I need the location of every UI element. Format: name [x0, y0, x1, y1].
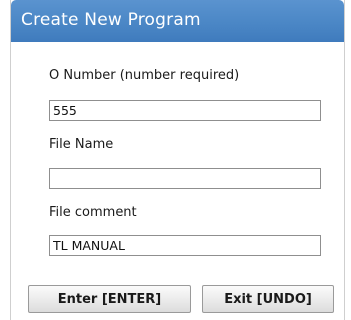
file-comment-input[interactable]	[49, 235, 321, 256]
onumber-input[interactable]	[49, 100, 321, 121]
dialog-title-bar: Create New Program	[11, 0, 344, 42]
dialog-title: Create New Program	[21, 10, 201, 30]
create-program-dialog: Create New Program O Number (number requ…	[10, 0, 345, 320]
exit-button[interactable]: Exit [UNDO]	[202, 285, 334, 313]
onumber-label: O Number (number required)	[49, 68, 240, 83]
enter-button[interactable]: Enter [ENTER]	[28, 285, 191, 313]
file-comment-label: File comment	[49, 205, 137, 220]
file-name-label: File Name	[49, 137, 114, 152]
file-name-input[interactable]	[49, 168, 321, 189]
